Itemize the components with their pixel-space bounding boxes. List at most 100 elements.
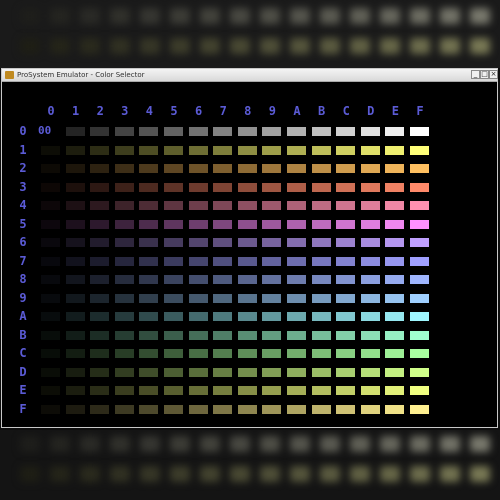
color-swatch[interactable]: [213, 256, 233, 266]
color-swatch[interactable]: [237, 164, 257, 173]
color-swatch[interactable]: [139, 182, 159, 192]
color-swatch[interactable]: [311, 201, 331, 210]
color-swatch[interactable]: [213, 127, 233, 136]
color-swatch[interactable]: [336, 404, 356, 414]
color-swatch[interactable]: [287, 256, 306, 266]
color-swatch[interactable]: [213, 312, 233, 321]
color-swatch[interactable]: [65, 386, 85, 395]
color-swatch[interactable]: [262, 256, 282, 266]
color-swatch[interactable]: [41, 367, 60, 377]
color-swatch[interactable]: [41, 201, 60, 210]
color-swatch[interactable]: [360, 404, 380, 414]
color-swatch[interactable]: [311, 312, 331, 321]
color-swatch[interactable]: [410, 386, 429, 395]
color-swatch[interactable]: [65, 127, 85, 136]
color-swatch[interactable]: [188, 349, 208, 358]
color-swatch[interactable]: [41, 164, 60, 173]
color-swatch[interactable]: [360, 293, 380, 303]
color-swatch[interactable]: [114, 312, 134, 321]
color-swatch[interactable]: [213, 275, 233, 284]
color-swatch[interactable]: [41, 256, 60, 266]
color-swatch[interactable]: [139, 404, 159, 414]
color-swatch[interactable]: [114, 201, 134, 210]
color-swatch[interactable]: [360, 201, 380, 210]
color-swatch[interactable]: [90, 367, 110, 377]
color-swatch[interactable]: [114, 349, 134, 358]
color-swatch[interactable]: [139, 330, 159, 340]
color-swatch[interactable]: [336, 386, 356, 395]
color-swatch[interactable]: [360, 367, 380, 377]
color-swatch[interactable]: [287, 238, 306, 247]
color-swatch[interactable]: [262, 293, 282, 303]
color-swatch[interactable]: [262, 275, 282, 284]
color-swatch[interactable]: [385, 367, 405, 377]
color-swatch[interactable]: [410, 275, 429, 284]
color-swatch[interactable]: [237, 219, 257, 229]
color-swatch[interactable]: [90, 275, 110, 284]
color-swatch[interactable]: [114, 256, 134, 266]
color-swatch[interactable]: [90, 349, 110, 358]
color-swatch[interactable]: [385, 145, 405, 155]
color-swatch[interactable]: [385, 238, 405, 247]
color-swatch[interactable]: [385, 182, 405, 192]
color-swatch[interactable]: [164, 127, 183, 136]
color-swatch[interactable]: [164, 238, 183, 247]
color-swatch[interactable]: [287, 145, 306, 155]
color-swatch[interactable]: [213, 219, 233, 229]
color-swatch[interactable]: [410, 219, 429, 229]
color-swatch[interactable]: [336, 182, 356, 192]
color-swatch[interactable]: [410, 145, 429, 155]
color-swatch[interactable]: [287, 182, 306, 192]
color-swatch[interactable]: [65, 349, 85, 358]
color-swatch[interactable]: [114, 404, 134, 414]
color-swatch[interactable]: [188, 293, 208, 303]
color-swatch[interactable]: [65, 293, 85, 303]
color-swatch[interactable]: [139, 127, 159, 136]
color-swatch[interactable]: [188, 238, 208, 247]
color-swatch[interactable]: [114, 182, 134, 192]
color-swatch[interactable]: [262, 219, 282, 229]
color-swatch[interactable]: [213, 386, 233, 395]
color-swatch[interactable]: [360, 145, 380, 155]
color-swatch[interactable]: [287, 404, 306, 414]
color-swatch[interactable]: [139, 256, 159, 266]
color-swatch[interactable]: [114, 145, 134, 155]
color-swatch[interactable]: [65, 256, 85, 266]
color-swatch[interactable]: [114, 330, 134, 340]
color-swatch[interactable]: [336, 293, 356, 303]
color-swatch[interactable]: [65, 238, 85, 247]
color-swatch[interactable]: [360, 164, 380, 173]
color-swatch[interactable]: [139, 275, 159, 284]
color-swatch[interactable]: [90, 127, 110, 136]
color-swatch[interactable]: [114, 386, 134, 395]
color-swatch[interactable]: [311, 293, 331, 303]
color-swatch[interactable]: [90, 330, 110, 340]
color-swatch[interactable]: [336, 201, 356, 210]
color-swatch[interactable]: [164, 182, 183, 192]
color-swatch[interactable]: [336, 256, 356, 266]
color-swatch[interactable]: [213, 404, 233, 414]
color-swatch[interactable]: [311, 330, 331, 340]
color-swatch[interactable]: [90, 386, 110, 395]
minimize-button[interactable]: _: [471, 70, 480, 79]
color-swatch[interactable]: [385, 349, 405, 358]
color-swatch[interactable]: [410, 312, 429, 321]
color-swatch[interactable]: [188, 330, 208, 340]
color-swatch[interactable]: [188, 164, 208, 173]
color-swatch[interactable]: [287, 127, 306, 136]
color-swatch[interactable]: [41, 330, 60, 340]
color-swatch[interactable]: [410, 164, 429, 173]
maximize-button[interactable]: □: [480, 70, 489, 79]
color-swatch[interactable]: [336, 127, 356, 136]
color-swatch[interactable]: [65, 404, 85, 414]
color-swatch[interactable]: [410, 127, 429, 136]
color-swatch[interactable]: [164, 293, 183, 303]
color-swatch[interactable]: [385, 256, 405, 266]
color-swatch[interactable]: [336, 238, 356, 247]
color-swatch[interactable]: [41, 349, 60, 358]
color-swatch[interactable]: [360, 182, 380, 192]
color-swatch[interactable]: [139, 293, 159, 303]
color-swatch[interactable]: [213, 349, 233, 358]
color-swatch[interactable]: [336, 145, 356, 155]
color-swatch[interactable]: [410, 238, 429, 247]
